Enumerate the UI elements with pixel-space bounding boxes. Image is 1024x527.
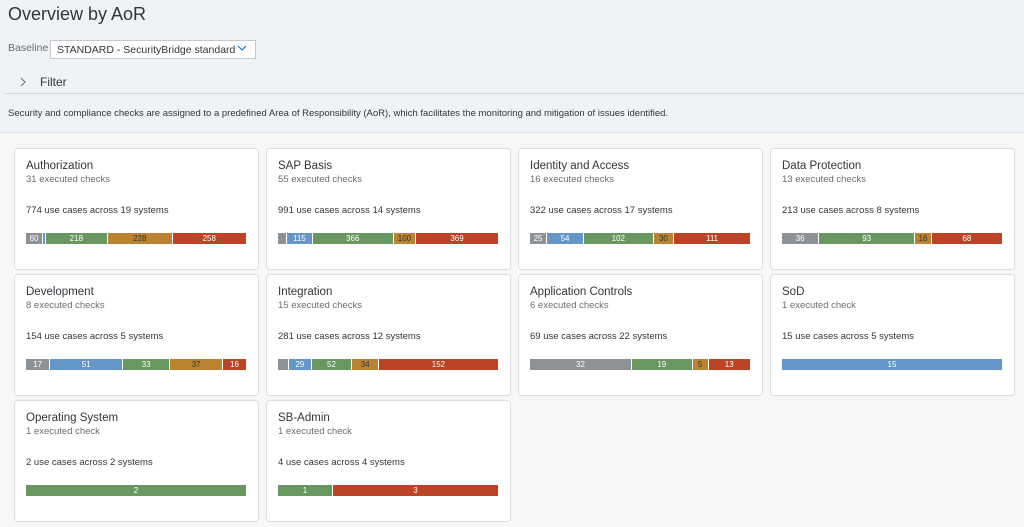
bar-segment-grey[interactable] <box>278 233 288 244</box>
bar-segment-red[interactable]: 68 <box>931 233 1002 244</box>
bar-segment-green[interactable]: 1 <box>278 485 333 496</box>
aor-card[interactable]: Authorization 31 executed checks 774 use c… <box>14 148 259 270</box>
card-title: SB-Admin <box>278 412 330 424</box>
executed-checks: 1 executed check <box>26 426 100 437</box>
use-cases-summary: 154 use cases across 5 systems <box>26 331 164 342</box>
page-title: Overview by AoR <box>8 4 147 24</box>
bar-segment-green[interactable]: 93 <box>819 233 916 244</box>
stacked-bar: 60 218 228 258 <box>26 233 246 244</box>
bar-segment-grey[interactable]: 25 <box>530 233 548 244</box>
card-title: Application Controls <box>530 286 633 298</box>
baseline-select[interactable]: STANDARD - SecurityBridge standard <box>50 40 256 59</box>
card-title: Authorization <box>26 160 94 172</box>
use-cases-summary: 991 use cases across 14 systems <box>278 205 421 216</box>
bar-segment-grey[interactable]: 17 <box>26 359 51 370</box>
executed-checks: 15 executed checks <box>278 300 362 311</box>
executed-checks: 13 executed checks <box>782 174 866 185</box>
use-cases-summary: 15 use cases across 5 systems <box>782 331 914 342</box>
stacked-bar: 32 19 5 13 <box>530 359 750 370</box>
executed-checks: 55 executed checks <box>278 174 362 185</box>
bar-segment-red[interactable]: 152 <box>378 359 498 370</box>
page-header: Overview by AoR Baseline STANDARD - Secu… <box>0 0 1024 133</box>
bar-segment-orange[interactable]: 30 <box>653 233 675 244</box>
card-title: Development <box>26 286 94 298</box>
filter-toggle[interactable]: Filter <box>4 70 1024 94</box>
aor-card[interactable]: SoD 1 executed check 15 use cases across 5… <box>770 274 1015 396</box>
bar-segment-orange[interactable]: 16 <box>915 233 932 244</box>
bar-segment-red[interactable]: 16 <box>223 359 246 370</box>
aor-card[interactable]: Application Controls 6 executed checks 69 … <box>518 274 763 396</box>
use-cases-summary: 213 use cases across 8 systems <box>782 205 920 216</box>
bar-segment-green[interactable]: 52 <box>311 359 353 370</box>
executed-checks: 1 executed check <box>278 426 352 437</box>
baseline-label: Baseline <box>8 42 49 54</box>
bar-segment-orange[interactable]: 228 <box>107 233 173 244</box>
aor-card[interactable]: SB-Admin 1 executed check 4 use cases acro… <box>266 400 511 522</box>
bar-segment-blue[interactable]: 54 <box>547 233 584 244</box>
stacked-bar: 2 <box>26 485 246 496</box>
stacked-bar: 25 54 102 30 111 <box>530 233 750 244</box>
aor-card[interactable]: Integration 15 executed checks 281 use cas… <box>266 274 511 396</box>
executed-checks: 1 executed check <box>782 300 856 311</box>
use-cases-summary: 774 use cases across 19 systems <box>26 205 169 216</box>
bar-segment-orange[interactable]: 37 <box>170 359 224 370</box>
card-title: SAP Basis <box>278 160 333 172</box>
bar-segment-green[interactable]: 2 <box>26 485 246 496</box>
executed-checks: 8 executed checks <box>26 300 105 311</box>
chevron-right-icon <box>20 77 26 86</box>
bar-segment-blue[interactable]: 115 <box>287 233 313 244</box>
bar-segment-green[interactable]: 366 <box>312 233 394 244</box>
aor-card[interactable]: SAP Basis 55 executed checks 991 use cases… <box>266 148 511 270</box>
stacked-bar: 29 52 34 152 <box>278 359 498 370</box>
use-cases-summary: 4 use cases across 4 systems <box>278 457 405 468</box>
bar-segment-red[interactable]: 111 <box>674 233 750 244</box>
aor-card[interactable]: Identity and Access 16 executed checks 322… <box>518 148 763 270</box>
bar-segment-grey[interactable]: 32 <box>530 359 633 370</box>
aor-card-grid: Authorization 31 executed checks 774 use c… <box>14 148 1015 522</box>
use-cases-summary: 2 use cases across 2 systems <box>26 457 153 468</box>
baseline-value: STANDARD - SecurityBridge standard <box>57 43 236 56</box>
card-title: Data Protection <box>782 160 862 172</box>
executed-checks: 6 executed checks <box>530 300 609 311</box>
bar-segment-orange[interactable]: 100 <box>393 233 417 244</box>
bar-segment-green[interactable]: 19 <box>632 359 693 370</box>
bar-segment-grey[interactable]: 60 <box>26 233 44 244</box>
bar-segment-grey[interactable]: 36 <box>782 233 820 244</box>
chevron-down-icon <box>237 45 247 51</box>
bar-segment-orange[interactable]: 34 <box>352 359 379 370</box>
description-text: Security and compliance checks are assig… <box>8 108 669 119</box>
bar-segment-red[interactable]: 13 <box>708 359 750 370</box>
bar-segment-blue[interactable]: 15 <box>782 359 1002 370</box>
card-title: SoD <box>782 286 805 298</box>
bar-segment-green[interactable]: 218 <box>45 233 108 244</box>
bar-segment-blue[interactable]: 29 <box>288 359 312 370</box>
use-cases-summary: 281 use cases across 12 systems <box>278 331 421 342</box>
aor-card[interactable]: Development 8 executed checks 154 use case… <box>14 274 259 396</box>
stacked-bar: 36 93 16 68 <box>782 233 1002 244</box>
bar-segment-red[interactable]: 258 <box>172 233 246 244</box>
card-title: Integration <box>278 286 333 298</box>
bar-segment-red[interactable]: 369 <box>416 233 498 244</box>
stacked-bar: 115 366 100 369 <box>278 233 498 244</box>
bar-segment-green[interactable]: 33 <box>123 359 171 370</box>
use-cases-summary: 69 use cases across 22 systems <box>530 331 668 342</box>
bar-segment-grey[interactable] <box>278 359 289 370</box>
executed-checks: 16 executed checks <box>530 174 614 185</box>
stacked-bar: 13 <box>278 485 498 496</box>
bar-segment-orange[interactable]: 5 <box>692 359 709 370</box>
stacked-bar: 15 <box>782 359 1002 370</box>
bar-segment-blue[interactable]: 51 <box>50 359 124 370</box>
aor-card[interactable]: Operating System 1 executed check 2 use ca… <box>14 400 259 522</box>
executed-checks: 31 executed checks <box>26 174 110 185</box>
aor-card[interactable]: Data Protection 13 executed checks 213 use… <box>770 148 1015 270</box>
bar-segment-red[interactable]: 3 <box>333 485 498 496</box>
use-cases-summary: 322 use cases across 17 systems <box>530 205 673 216</box>
filter-label: Filter <box>40 74 67 89</box>
stacked-bar: 17 51 33 37 16 <box>26 359 246 370</box>
card-title: Identity and Access <box>530 160 630 172</box>
bar-segment-green[interactable]: 102 <box>583 233 654 244</box>
card-title: Operating System <box>26 412 119 424</box>
